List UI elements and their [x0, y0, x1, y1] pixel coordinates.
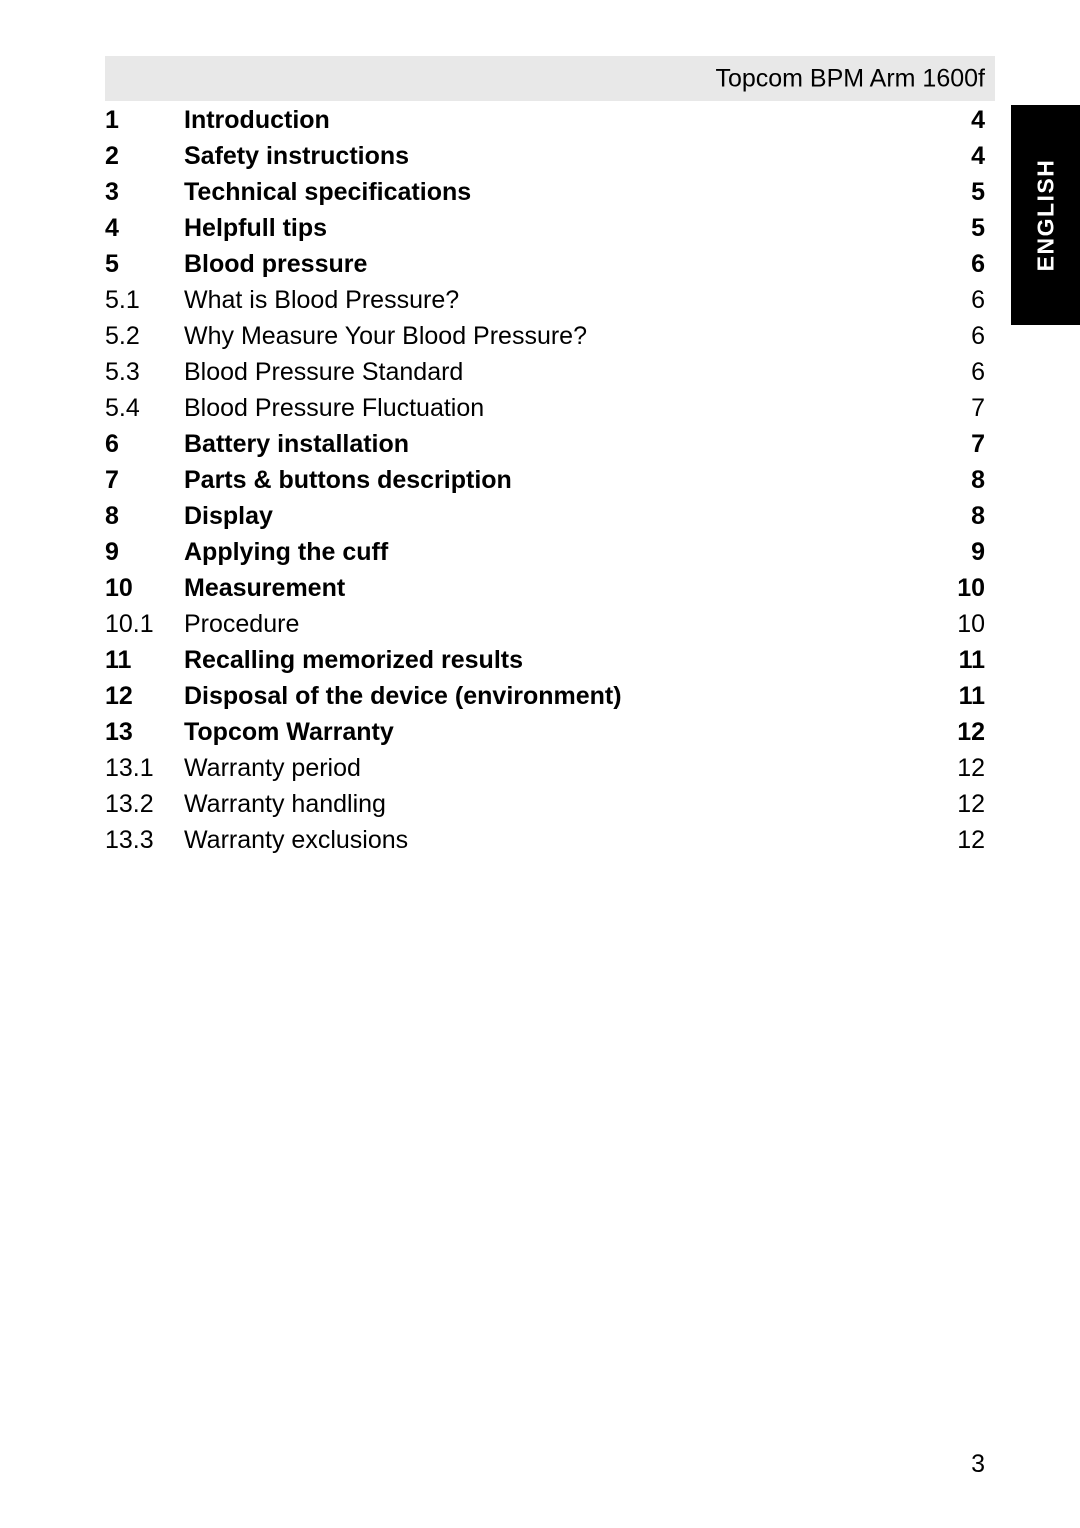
toc-entry[interactable]: 10.1 Procedure 10 [0, 606, 1080, 642]
toc-entry[interactable]: 13.1 Warranty period 12 [0, 750, 1080, 786]
toc-entry-number: 4 [105, 214, 119, 242]
toc-entry[interactable]: 13.3 Warranty exclusions 12 [0, 822, 1080, 858]
toc-entry[interactable]: 5.4 Blood Pressure Fluctuation 7 [0, 390, 1080, 426]
toc-entry[interactable]: 5.3 Blood Pressure Standard 6 [0, 354, 1080, 390]
toc-entry-number: 10 [105, 574, 133, 602]
toc-entry[interactable]: 13 Topcom Warranty 12 [0, 714, 1080, 750]
toc-entry-page: 11 [958, 682, 985, 710]
toc-entry-page: 6 [971, 250, 985, 278]
toc-entry[interactable]: 5.2 Why Measure Your Blood Pressure? 6 [0, 318, 1080, 354]
toc-entry-number: 1 [105, 106, 119, 134]
toc-entry-title: Disposal of the device (environment) [184, 682, 622, 710]
toc-entry[interactable]: 3 Technical specifications 5 [0, 174, 1080, 210]
toc-entry-number: 7 [105, 466, 119, 494]
toc-entry[interactable]: 10 Measurement 10 [0, 570, 1080, 606]
toc-entry-page: 9 [971, 538, 985, 566]
toc-entry[interactable]: 6 Battery installation 7 [0, 426, 1080, 462]
toc-entry-number: 11 [105, 646, 132, 674]
toc-entry-title: Display [184, 502, 273, 530]
toc-entry[interactable]: 4 Helpfull tips 5 [0, 210, 1080, 246]
toc-entry[interactable]: 12 Disposal of the device (environment) 11 [0, 678, 1080, 714]
toc-entry-page: 12 [957, 754, 985, 782]
header-product-title: Topcom BPM Arm 1600f [715, 64, 985, 92]
toc-entry-number: 13.2 [105, 790, 154, 818]
toc-entry-number: 3 [105, 178, 119, 206]
toc-entry-number: 13.3 [105, 826, 154, 854]
toc-entry-number: 12 [105, 682, 133, 710]
toc-entry-page: 4 [971, 106, 985, 134]
toc-entry-title: Parts & buttons description [184, 466, 512, 494]
toc-entry-title: Measurement [184, 574, 346, 602]
toc-entry[interactable]: 5 Blood pressure 6 [0, 246, 1080, 282]
toc-entry-title: Applying the cuff [184, 538, 389, 566]
toc-entry-title: Battery installation [184, 430, 410, 458]
toc-entry-title: What is Blood Pressure? [184, 286, 460, 314]
toc-entry-page: 6 [971, 322, 985, 350]
toc-entry-page: 10 [957, 610, 985, 638]
toc-entry-page: 5 [971, 178, 985, 206]
toc-entry-number: 5.4 [105, 394, 140, 422]
toc-entry-title: Warranty exclusions [184, 826, 409, 854]
toc-entry-title: Warranty period [184, 754, 361, 782]
toc-entry-page: 12 [957, 718, 985, 746]
table-of-contents: 1 Introduction 4 2 Safety instructions 4 3 Tech… [0, 102, 1080, 858]
toc-entry-page: 7 [971, 430, 985, 458]
toc-entry-page: 8 [971, 502, 985, 530]
toc-entry-number: 6 [105, 430, 119, 458]
toc-entry[interactable]: 9 Applying the cuff 9 [0, 534, 1080, 570]
toc-entry-title: Technical specifications [184, 178, 472, 206]
toc-entry-page: 11 [958, 646, 985, 674]
page-header-band: Topcom BPM Arm 1600f [105, 56, 995, 101]
toc-entry-page: 10 [957, 574, 985, 602]
toc-entry-title: Recalling memorized results [184, 646, 524, 674]
toc-entry-number: 2 [105, 142, 119, 170]
toc-entry-title: Topcom Warranty [184, 718, 394, 746]
toc-entry-number: 13 [105, 718, 133, 746]
toc-entry-title: Warranty handling [184, 790, 386, 818]
toc-entry-page: 6 [971, 286, 985, 314]
toc-entry-page: 6 [971, 358, 985, 386]
toc-entry[interactable]: 1 Introduction 4 [0, 102, 1080, 138]
toc-entry-number: 5 [105, 250, 119, 278]
toc-entry-page: 4 [971, 142, 985, 170]
toc-entry-page: 7 [971, 394, 985, 422]
toc-entry-title: Safety instructions [184, 142, 410, 170]
toc-entry-number: 13.1 [105, 754, 154, 782]
toc-entry[interactable]: 11 Recalling memorized results 11 [0, 642, 1080, 678]
toc-entry-page: 8 [971, 466, 985, 494]
toc-entry-number: 10.1 [105, 610, 154, 638]
toc-entry-title: Blood Pressure Standard [184, 358, 464, 386]
toc-entry[interactable]: 5.1 What is Blood Pressure? 6 [0, 282, 1080, 318]
toc-entry[interactable]: 2 Safety instructions 4 [0, 138, 1080, 174]
document-page: Topcom BPM Arm 1600f ENGLISH 1 Introducti… [0, 0, 1080, 1528]
toc-entry[interactable]: 13.2 Warranty handling 12 [0, 786, 1080, 822]
toc-entry-number: 8 [105, 502, 119, 530]
toc-entry-page: 5 [971, 214, 985, 242]
toc-entry-title: Procedure [184, 610, 300, 638]
toc-entry-title: Helpfull tips [184, 214, 328, 242]
toc-entry-title: Blood pressure [184, 250, 368, 278]
toc-entry[interactable]: 7 Parts & buttons description 8 [0, 462, 1080, 498]
toc-entry-title: Introduction [184, 106, 330, 134]
toc-entry[interactable]: 8 Display 8 [0, 498, 1080, 534]
footer-page-number: 3 [971, 1450, 985, 1478]
toc-entry-page: 12 [957, 826, 985, 854]
toc-entry-number: 5.1 [105, 286, 140, 314]
toc-entry-number: 9 [105, 538, 119, 566]
toc-entry-title: Why Measure Your Blood Pressure? [184, 322, 587, 350]
toc-entry-number: 5.2 [105, 322, 140, 350]
toc-entry-page: 12 [957, 790, 985, 818]
toc-entry-title: Blood Pressure Fluctuation [184, 394, 485, 422]
toc-entry-number: 5.3 [105, 358, 140, 386]
